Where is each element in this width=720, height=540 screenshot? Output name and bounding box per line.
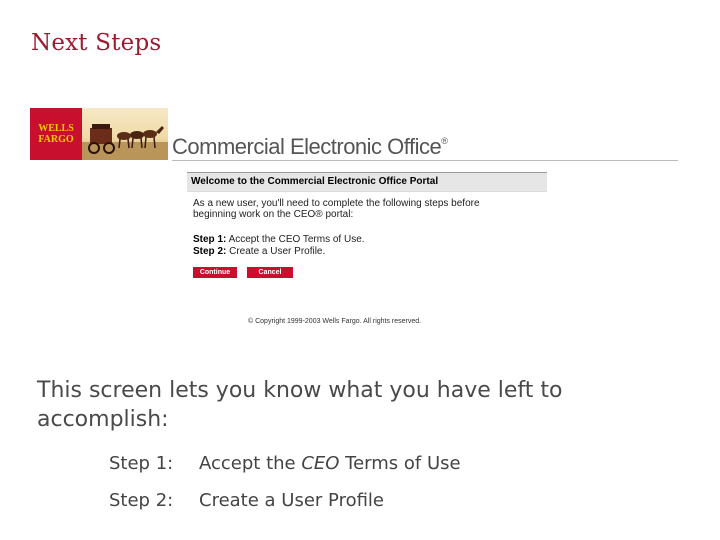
slide-step-1: Step 1: Accept the CEO Terms of Use bbox=[109, 453, 461, 474]
welcome-panel: Welcome to the Commercial Electronic Off… bbox=[187, 172, 547, 278]
product-name: Commercial Electronic Office® bbox=[172, 134, 448, 160]
cancel-button[interactable]: Cancel bbox=[247, 267, 293, 278]
portal-step-2-label: Step 2: bbox=[193, 246, 227, 257]
header-divider bbox=[172, 160, 678, 161]
slide-step-2-text: Create a User Profile bbox=[199, 490, 385, 511]
portal-step-1: Step 1: Accept the CEO Terms of Use. bbox=[193, 234, 547, 246]
slide-step-1-label: Step 1: bbox=[109, 453, 174, 474]
logo-line-1: WELLS bbox=[38, 123, 74, 134]
portal-button-row: Continue Cancel bbox=[193, 267, 547, 278]
logo-line-2: FARGO bbox=[38, 134, 74, 145]
product-name-text: Commercial Electronic Office bbox=[172, 134, 442, 159]
slide-description: This screen lets you know what you have … bbox=[37, 378, 563, 432]
continue-button[interactable]: Continue bbox=[193, 267, 237, 278]
welcome-panel-title: Welcome to the Commercial Electronic Off… bbox=[187, 172, 547, 192]
portal-step-2-text: Create a User Profile. bbox=[229, 246, 326, 257]
portal-screenshot: WELLS FARGO Commercial Electronic Office… bbox=[30, 108, 678, 338]
copyright-notice: © Copyright 1999-2003 Wells Fargo. All r… bbox=[248, 318, 422, 325]
wells-fargo-logo: WELLS FARGO bbox=[30, 108, 82, 160]
slide-step-1-text-post: Terms of Use bbox=[339, 453, 461, 474]
slide-step-1-text-em: CEO bbox=[301, 453, 340, 474]
slide-step-2-label: Step 2: bbox=[109, 490, 174, 511]
slide-title: Next Steps bbox=[31, 30, 162, 56]
welcome-intro-text: As a new user, you'll need to complete t… bbox=[193, 198, 480, 220]
stagecoach-image bbox=[82, 108, 168, 160]
registered-mark: ® bbox=[441, 136, 448, 146]
portal-step-1-text: Accept the CEO Terms of Use. bbox=[228, 234, 365, 245]
slide-step-2: Step 2: Create a User Profile bbox=[109, 490, 384, 511]
slide-step-1-text-pre: Accept the bbox=[199, 453, 302, 474]
portal-step-2: Step 2: Create a User Profile. bbox=[193, 246, 547, 258]
portal-step-list: Step 1: Accept the CEO Terms of Use. Ste… bbox=[193, 234, 547, 258]
portal-step-1-label: Step 1: bbox=[193, 234, 227, 245]
